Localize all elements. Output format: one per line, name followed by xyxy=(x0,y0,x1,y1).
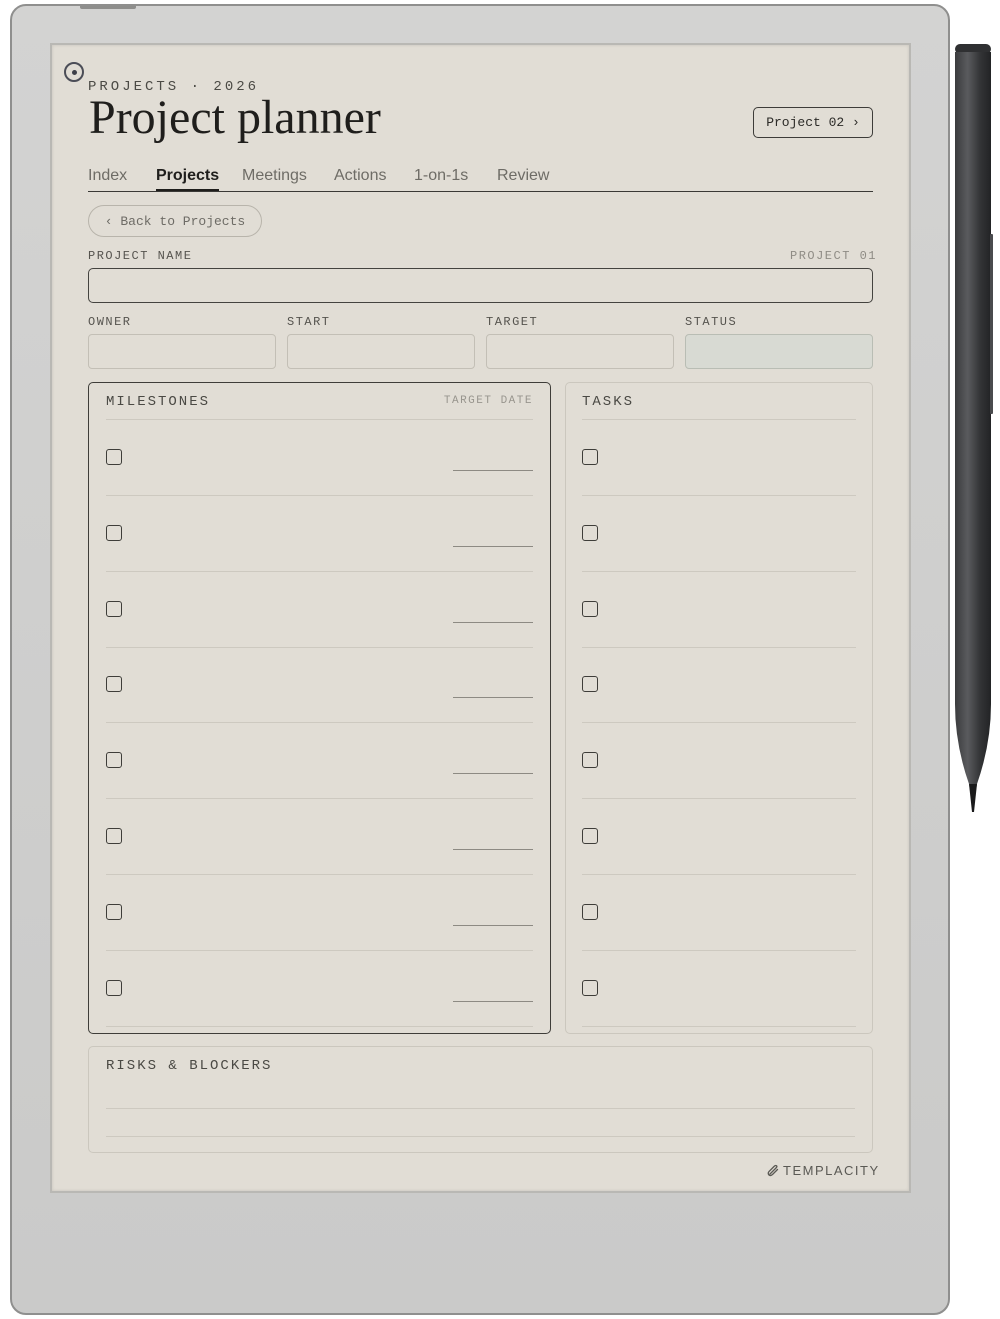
target-date-field[interactable] xyxy=(486,334,674,369)
task-row[interactable] xyxy=(566,799,872,875)
target-date-line[interactable] xyxy=(453,470,533,471)
next-project-button[interactable]: Project 02 › xyxy=(753,107,873,138)
owner-label: OWNER xyxy=(88,315,132,329)
tab-bar: Index Projects Meetings Actions 1-on-1s … xyxy=(88,167,873,192)
start-label: START xyxy=(287,315,331,329)
checkbox[interactable] xyxy=(582,600,598,617)
checkbox[interactable] xyxy=(582,676,598,693)
project-name-field[interactable] xyxy=(88,268,873,303)
row-divider xyxy=(582,1025,856,1027)
checkbox[interactable] xyxy=(106,600,122,617)
checkbox[interactable] xyxy=(582,449,598,465)
milestone-row[interactable] xyxy=(89,799,550,875)
row-divider xyxy=(106,1025,533,1027)
target-date-line[interactable] xyxy=(453,849,533,850)
project-page-id: PROJECT 01 xyxy=(790,249,878,263)
writing-line xyxy=(106,1136,855,1137)
milestone-row[interactable] xyxy=(89,420,550,496)
tasks-panel: TASKS xyxy=(565,382,873,1034)
stylus-pen xyxy=(955,44,993,812)
checkbox[interactable] xyxy=(106,524,122,541)
checkbox[interactable] xyxy=(582,524,598,541)
tab-index[interactable]: Index xyxy=(88,167,127,185)
project-name-label: PROJECT NAME xyxy=(88,249,193,263)
checkbox[interactable] xyxy=(582,979,598,996)
tab-review[interactable]: Review xyxy=(497,167,549,185)
status-field[interactable] xyxy=(685,334,873,369)
checkbox[interactable] xyxy=(106,903,122,920)
target-date-heading: TARGET DATE xyxy=(443,395,533,407)
checkbox[interactable] xyxy=(106,449,122,465)
checkbox[interactable] xyxy=(106,828,122,844)
checkbox[interactable] xyxy=(582,903,598,920)
task-row[interactable] xyxy=(566,951,872,1027)
target-date-line[interactable] xyxy=(453,1000,533,1002)
milestone-row[interactable] xyxy=(89,875,550,951)
tasks-heading: TASKS xyxy=(582,394,635,410)
target-date-line[interactable] xyxy=(453,621,533,623)
paperclip-logo-icon xyxy=(767,1164,779,1177)
checkbox[interactable] xyxy=(106,676,122,693)
brand-footer: TEMPLACITY xyxy=(767,1163,880,1178)
tab-actions[interactable]: Actions xyxy=(334,167,386,185)
task-row[interactable] xyxy=(566,496,872,572)
target-date-line[interactable] xyxy=(453,697,533,699)
tab-1-on-1s[interactable]: 1-on-1s xyxy=(414,167,468,185)
task-row[interactable] xyxy=(566,420,872,496)
target-label: TARGET xyxy=(486,315,539,329)
target-date-line[interactable] xyxy=(453,773,533,775)
tab-meetings[interactable]: Meetings xyxy=(242,167,307,185)
checkbox[interactable] xyxy=(582,752,598,769)
writing-line xyxy=(106,1108,855,1109)
milestones-panel: MILESTONES TARGET DATE xyxy=(88,382,551,1034)
device-power-button xyxy=(80,6,136,9)
back-to-projects-button[interactable]: ‹ Back to Projects xyxy=(88,205,262,237)
home-circle-icon[interactable] xyxy=(64,62,84,82)
target-date-line[interactable] xyxy=(453,924,533,926)
task-row[interactable] xyxy=(566,572,872,648)
owner-field[interactable] xyxy=(88,334,276,369)
task-row[interactable] xyxy=(566,647,872,724)
brand-name: TEMPLACITY xyxy=(783,1163,880,1178)
milestone-row[interactable] xyxy=(89,647,550,724)
risks-blockers-box[interactable]: RISKS & BLOCKERS xyxy=(88,1046,873,1153)
milestones-heading: MILESTONES xyxy=(106,394,211,410)
page-title: Project planner xyxy=(89,91,381,144)
start-date-field[interactable] xyxy=(287,334,475,369)
milestone-row[interactable] xyxy=(89,951,550,1027)
checkbox[interactable] xyxy=(582,828,598,844)
task-row[interactable] xyxy=(566,875,872,951)
risks-heading: RISKS & BLOCKERS xyxy=(106,1058,273,1074)
task-row[interactable] xyxy=(566,723,872,800)
milestone-row[interactable] xyxy=(89,723,550,800)
status-label: STATUS xyxy=(685,315,738,329)
milestone-row[interactable] xyxy=(89,572,550,648)
tab-projects[interactable]: Projects xyxy=(156,167,220,191)
checkbox[interactable] xyxy=(106,979,122,996)
milestone-row[interactable] xyxy=(89,496,550,572)
target-date-line[interactable] xyxy=(453,545,533,547)
checkbox[interactable] xyxy=(106,752,122,769)
